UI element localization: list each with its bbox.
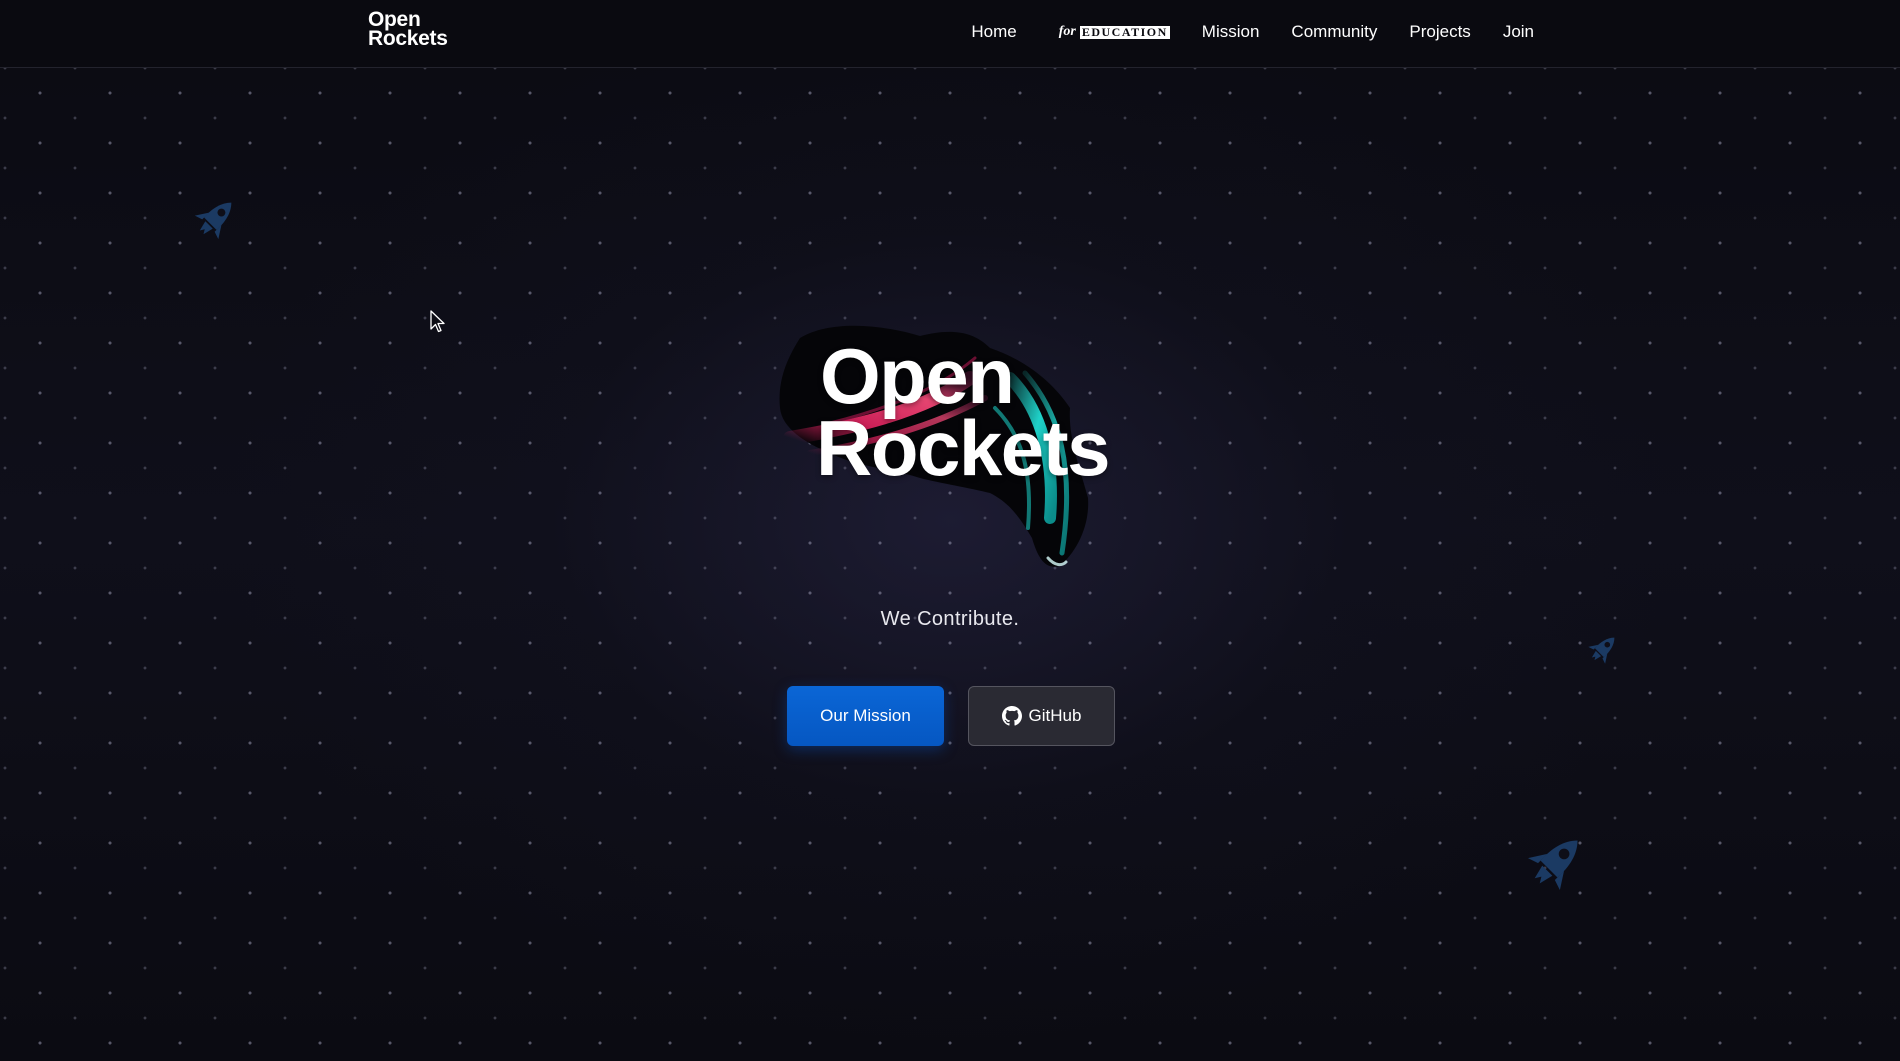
nav-home[interactable]: Home [971,22,1016,42]
our-mission-button-label: Our Mission [820,706,911,725]
main-nav: Home for EDUCATION Mission Community Pro… [939,0,1534,64]
mouse-cursor-icon [430,310,445,333]
github-button[interactable]: GitHub [968,686,1115,746]
nav-education[interactable]: for EDUCATION [1059,24,1170,40]
hero-tagline: We Contribute. [880,608,1020,630]
github-button-label: GitHub [1028,706,1082,725]
nav-education-label: EDUCATION [1079,24,1170,39]
nav-join[interactable]: Join [1503,22,1534,42]
top-navbar: Open Rockets Home for EDUCATION Mission … [0,0,1900,68]
rocket-icon [194,202,232,240]
brand-line2: Rockets [368,27,448,50]
hero-title-line2: Rockets [816,404,1110,492]
github-icon [1001,706,1022,726]
nav-projects[interactable]: Projects [1409,22,1470,42]
rocket-icon [1527,840,1578,891]
rocket-icon [1588,637,1615,664]
nav-mission[interactable]: Mission [1202,22,1260,42]
nav-education-prefix: for [1058,24,1076,39]
hero-title: Open Rockets [816,332,1120,487]
hero-title-line1: Open [820,332,1015,420]
page: Open Rockets Home for EDUCATION Mission … [0,0,1900,1061]
nav-community[interactable]: Community [1291,22,1377,42]
brand-logo[interactable]: Open Rockets [368,9,448,50]
our-mission-button[interactable]: Our Mission [787,686,944,746]
